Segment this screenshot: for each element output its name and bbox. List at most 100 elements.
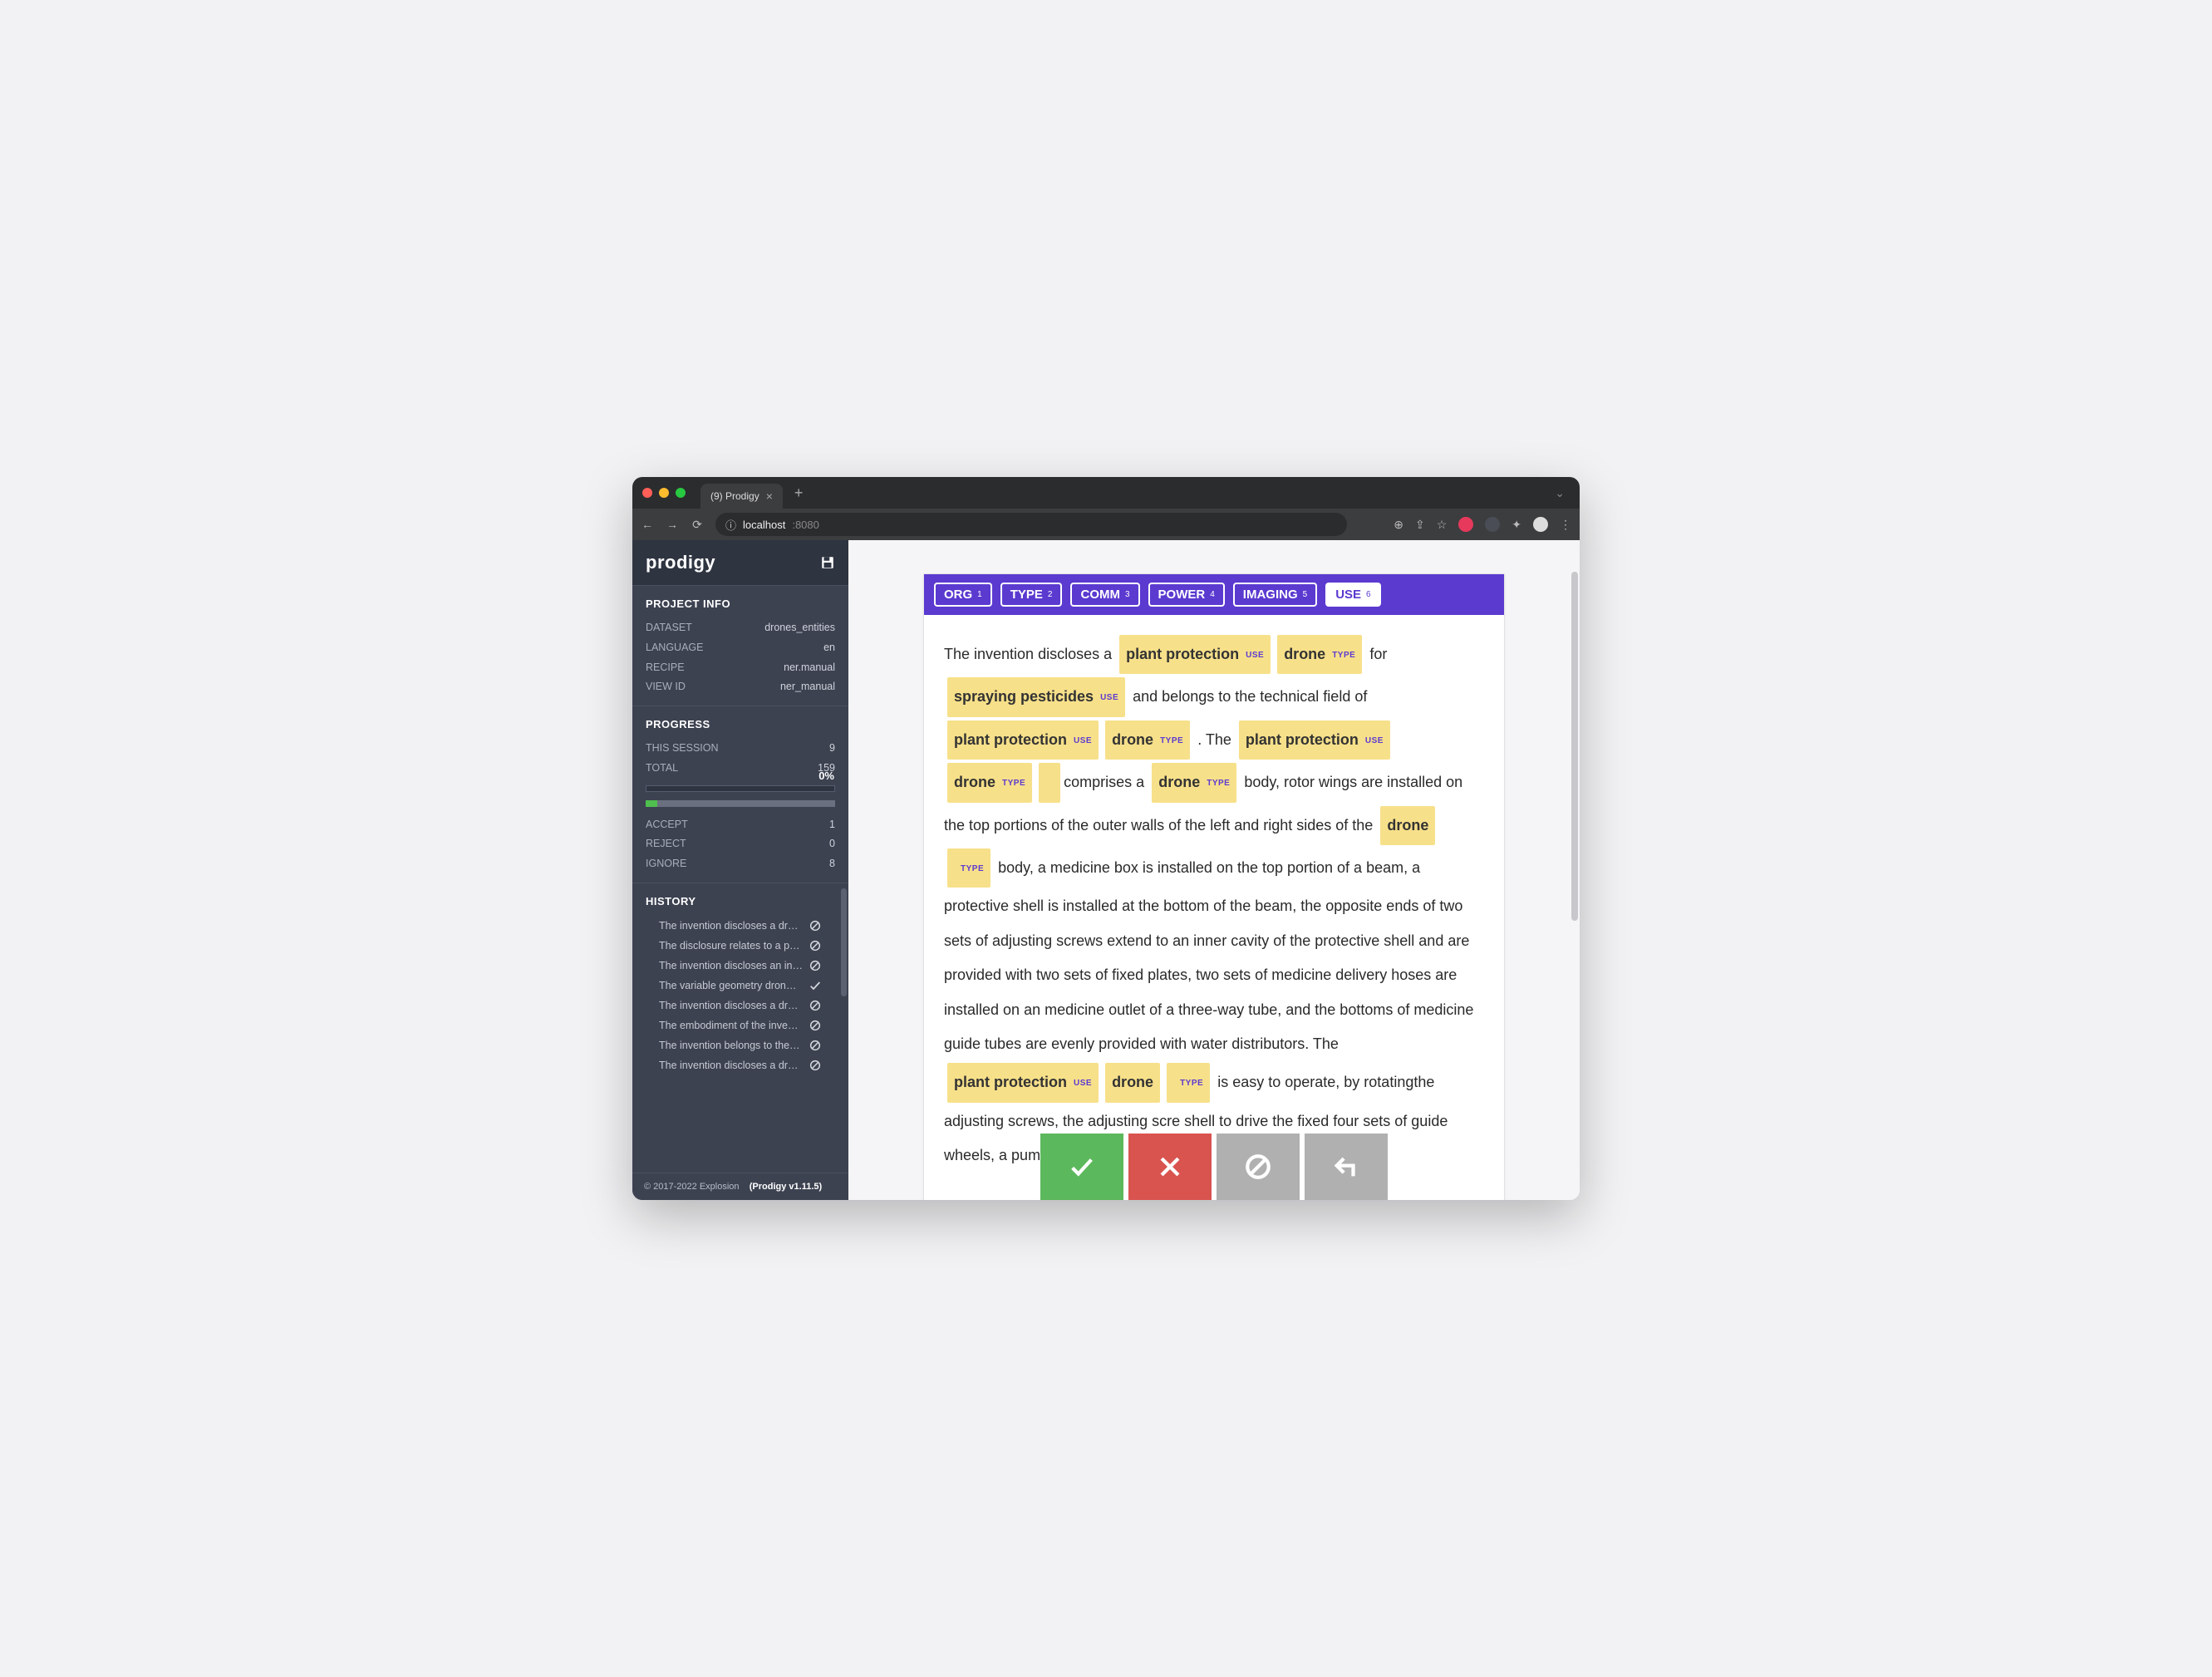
reload-button[interactable]: ⟳	[691, 518, 704, 532]
annotation-text[interactable]: The invention discloses a plant protecti…	[924, 615, 1504, 1200]
zoom-icon[interactable]: ⊕	[1394, 518, 1403, 532]
history-title: HISTORY	[646, 895, 835, 907]
entity-span[interactable]: droneTYPE	[1152, 763, 1236, 802]
label-shortcut: 1	[977, 590, 982, 599]
entity-tag: TYPE	[1002, 779, 1025, 788]
label-org[interactable]: ORG1	[934, 583, 992, 607]
extension-icon-1[interactable]	[1458, 517, 1473, 532]
progress-stat-key: ACCEPT	[646, 815, 688, 835]
prodigy-app: prodigy PROJECT INFO DATASETdrones_entit…	[632, 540, 1580, 1200]
accept-button[interactable]	[1040, 1134, 1123, 1200]
window-controls	[642, 488, 686, 498]
entity-span[interactable]: droneTYPE	[947, 763, 1032, 802]
entity-span[interactable]: plant protectionUSE	[947, 1063, 1099, 1102]
save-icon[interactable]	[820, 555, 835, 570]
forward-button[interactable]: →	[666, 518, 679, 531]
text-token[interactable]: . The	[1193, 730, 1236, 750]
undo-button[interactable]	[1305, 1134, 1388, 1200]
progress-stat-row: ACCEPT1	[646, 815, 835, 835]
text-token[interactable]: body, a medicine box is installed on the…	[944, 858, 1473, 1054]
label-shortcut: 2	[1048, 590, 1053, 599]
text-token[interactable]: for	[1365, 644, 1387, 664]
project-info-section: PROJECT INFO DATASETdrones_entitiesLANGU…	[632, 585, 848, 706]
entity-span[interactable]: plant protectionUSE	[1239, 720, 1390, 760]
progress-section: PROGRESS THIS SESSION9TOTAL159 0% ACCEPT…	[632, 706, 848, 883]
new-tab-button[interactable]: +	[794, 484, 804, 502]
label-name: IMAGING	[1243, 588, 1298, 602]
history-item-text: The invention discloses a dr…	[659, 1060, 798, 1071]
project-info-row: RECIPEner.manual	[646, 658, 835, 678]
ignore-icon	[809, 999, 822, 1012]
entity-tag: TYPE	[961, 864, 984, 873]
history-item-text: The invention discloses a dr…	[659, 920, 798, 932]
project-info-title: PROJECT INFO	[646, 598, 835, 610]
address-bar: ← → ⟳ ⓘ localhost:8080 ⊕ ⇪ ☆ ✦ ⋮	[632, 509, 1580, 540]
label-type[interactable]: TYPE 2	[1000, 583, 1063, 607]
history-item[interactable]: The invention discloses a dr…	[646, 916, 835, 936]
label-use[interactable]: USE6	[1325, 583, 1380, 607]
entity-span[interactable]: TYPE	[947, 848, 990, 888]
entity-span[interactable]: spraying pesticidesUSE	[947, 677, 1125, 716]
share-icon[interactable]: ⇪	[1415, 518, 1425, 532]
project-info-value: ner_manual	[780, 677, 835, 697]
tabs-overflow-icon[interactable]: ⌄	[1555, 486, 1570, 500]
browser-window: (9) Prodigy × + ⌄ ← → ⟳ ⓘ localhost:8080…	[632, 477, 1580, 1200]
label-shortcut: 3	[1125, 590, 1130, 599]
main-scrollbar[interactable]	[1571, 572, 1578, 921]
history-item[interactable]: The invention discloses an in…	[646, 956, 835, 976]
extensions-menu-icon[interactable]: ✦	[1512, 518, 1521, 532]
progress-percent: 0%	[818, 770, 834, 782]
maximize-window-button[interactable]	[676, 488, 686, 498]
close-tab-icon[interactable]: ×	[766, 489, 773, 503]
close-window-button[interactable]	[642, 488, 652, 498]
url-host: localhost	[743, 519, 785, 531]
entity-span[interactable]: plant protectionUSE	[947, 720, 1099, 760]
entity-span[interactable]: droneTYPE	[1105, 720, 1190, 760]
label-name: TYPE	[1010, 588, 1043, 602]
entity-span[interactable]: TYPE	[1167, 1063, 1210, 1102]
progress-row: TOTAL159	[646, 759, 835, 779]
history-item[interactable]: The invention belongs to the…	[646, 1035, 835, 1055]
entity-span[interactable]: drone	[1105, 1063, 1160, 1102]
ignore-button[interactable]	[1217, 1134, 1300, 1200]
text-token[interactable]: comprises a	[1064, 772, 1148, 792]
toolbar-right: ⊕ ⇪ ☆ ✦ ⋮	[1394, 517, 1571, 532]
entity-tag: USE	[1365, 736, 1384, 745]
entity-span[interactable]: plant protectionUSE	[1119, 635, 1271, 674]
history-section: HISTORY The invention discloses a dr…The…	[632, 883, 848, 1173]
minimize-window-button[interactable]	[659, 488, 669, 498]
entity-span[interactable]	[1039, 763, 1060, 802]
entity-span[interactable]: drone	[1380, 806, 1435, 845]
history-item-text: The invention belongs to the…	[659, 1040, 800, 1051]
history-item[interactable]: The invention discloses a dr…	[646, 996, 835, 1016]
entity-tag: USE	[1246, 651, 1264, 660]
footer-copyright: © 2017-2022 Explosion	[644, 1182, 740, 1192]
site-info-icon[interactable]: ⓘ	[725, 517, 736, 533]
entity-tag: TYPE	[1332, 651, 1355, 660]
sidebar-scrollbar[interactable]	[841, 888, 847, 996]
sidebar-header: prodigy	[632, 540, 848, 585]
entity-span[interactable]: droneTYPE	[1277, 635, 1362, 674]
bookmark-icon[interactable]: ☆	[1437, 518, 1448, 532]
ignore-icon	[809, 919, 822, 932]
history-item[interactable]: The variable geometry dron…	[646, 976, 835, 996]
project-info-value: ner.manual	[784, 658, 835, 678]
label-name: USE	[1335, 588, 1361, 602]
ignore-icon	[809, 1019, 822, 1032]
extension-icon-2[interactable]	[1485, 517, 1500, 532]
text-token[interactable]: and belongs to the technical field of	[1128, 686, 1367, 706]
url-field[interactable]: ⓘ localhost:8080	[715, 513, 1347, 536]
history-item[interactable]: The disclosure relates to a p…	[646, 936, 835, 956]
reject-button[interactable]	[1128, 1134, 1212, 1200]
profile-avatar[interactable]	[1533, 517, 1548, 532]
history-item[interactable]: The embodiment of the inve…	[646, 1016, 835, 1035]
text-token[interactable]: The invention discloses a	[944, 644, 1116, 664]
progress-stat-value: 0	[829, 834, 835, 854]
label-imaging[interactable]: IMAGING5	[1233, 583, 1317, 607]
label-comm[interactable]: COMM3	[1070, 583, 1139, 607]
browser-tab[interactable]: (9) Prodigy ×	[700, 484, 783, 509]
label-power[interactable]: POWER4	[1148, 583, 1225, 607]
back-button[interactable]: ←	[641, 518, 654, 531]
history-item[interactable]: The invention discloses a dr…	[646, 1055, 835, 1075]
browser-menu-icon[interactable]: ⋮	[1560, 518, 1571, 532]
